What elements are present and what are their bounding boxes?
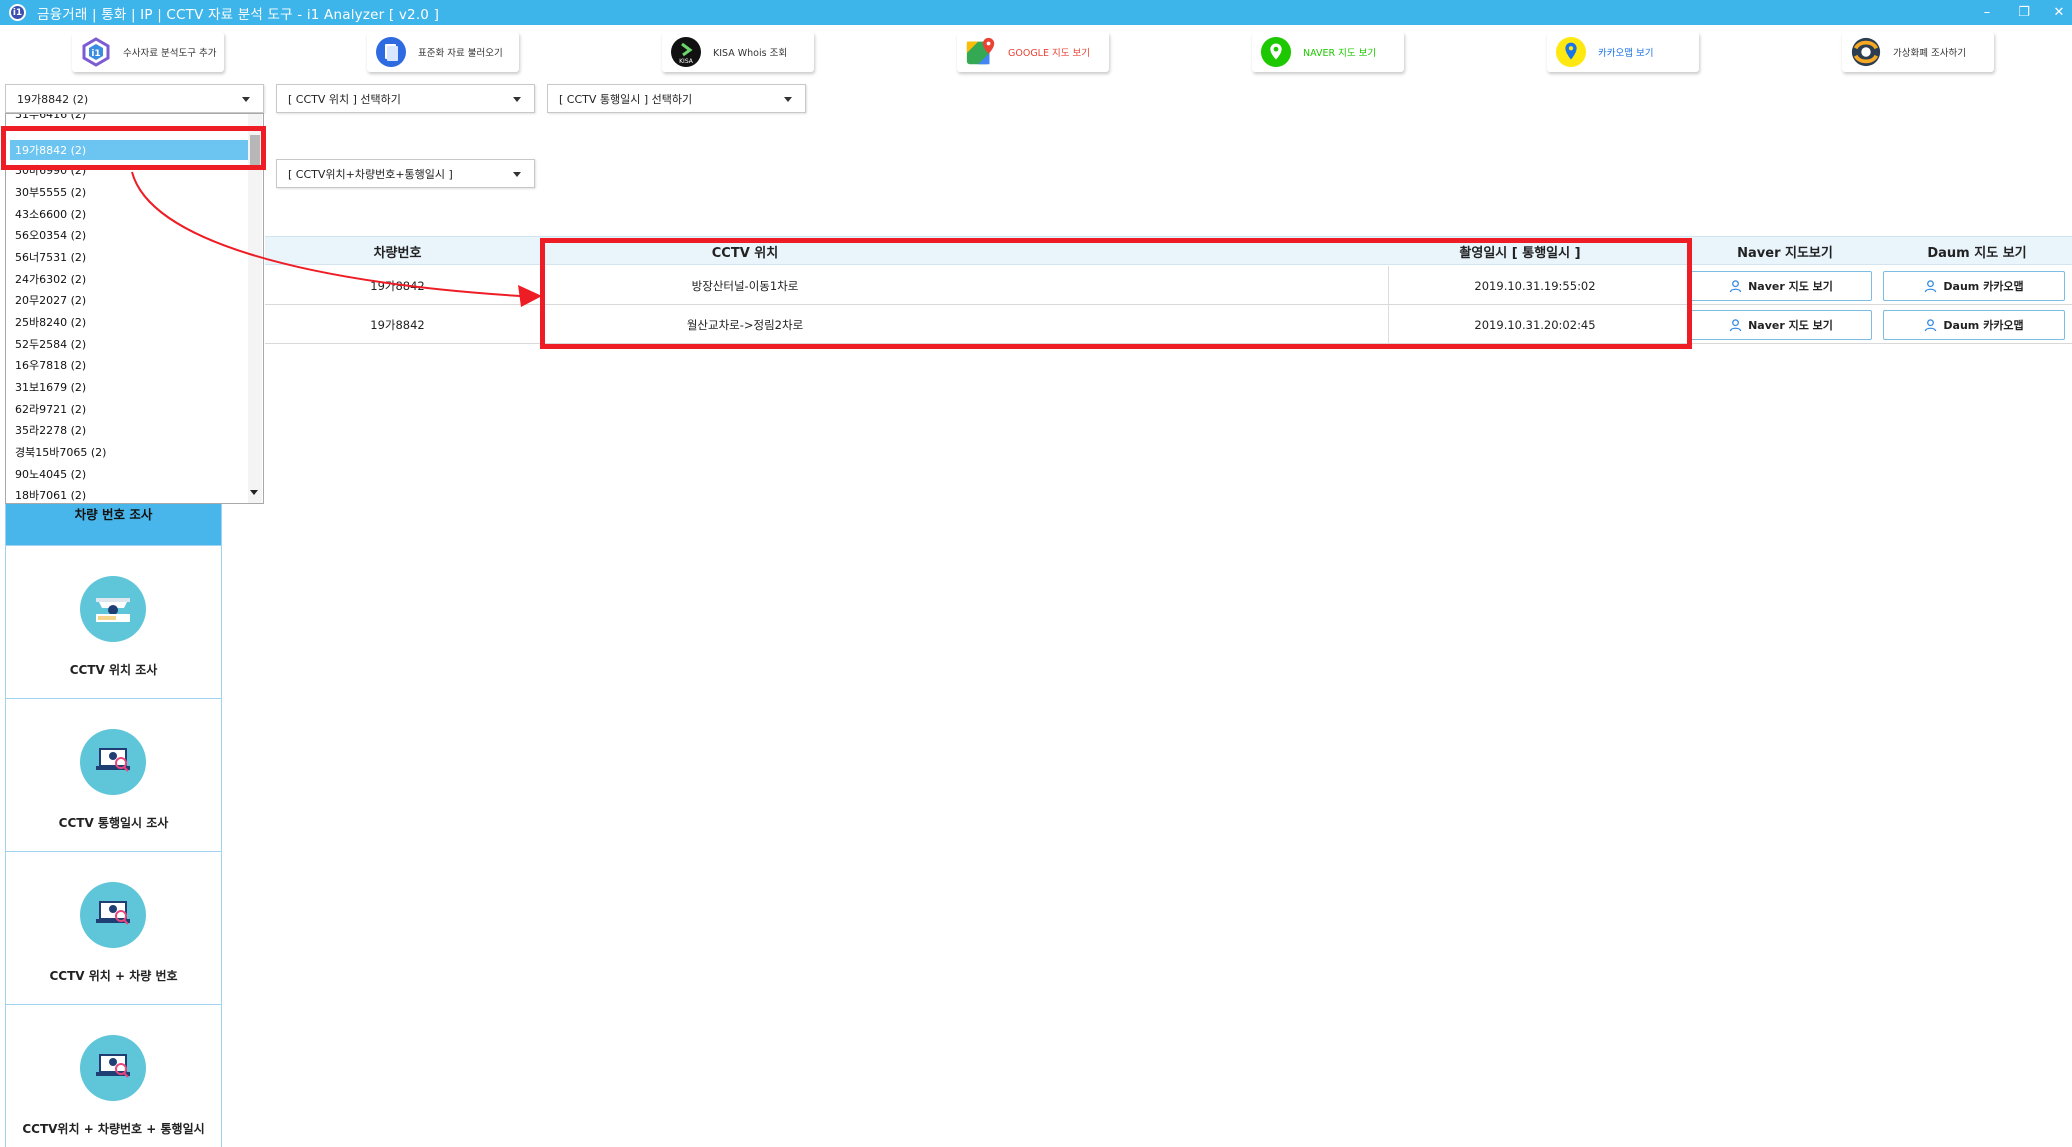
cctv-location-value: [ CCTV 위치 ] 선택하기	[288, 92, 401, 106]
daum-button-label: Daum 카카오맵	[1943, 319, 2024, 332]
vehicle-number-select[interactable]: 19가8842 (2)	[5, 84, 264, 113]
person-icon	[1925, 318, 1937, 331]
app-logo-icon: i1	[9, 4, 26, 21]
sidebar-item-label: CCTV위치 + 차량번호 + 통행일시	[22, 1122, 205, 1136]
toolbar-label: 카카오맵 보기	[1598, 48, 1654, 59]
sidebar-item-cctv-location-vehicle[interactable]: CCTV 위치 + 차량 번호	[6, 851, 221, 1004]
crypto-icon	[1850, 36, 1882, 68]
dropdown-scrollbar[interactable]	[248, 114, 262, 503]
sidebar-item-label: CCTV 위치 + 차량 번호	[49, 969, 178, 983]
dropdown-item[interactable]: 62라9721 (2)	[10, 399, 86, 419]
app-window: i1 금융거래 | 통화 | IP | CCTV 자료 분석 도구 - i1 A…	[0, 0, 2072, 1147]
crypto-investigation-button[interactable]: 가상화폐 조사하기	[1842, 32, 1994, 72]
kakao-map-icon	[1555, 36, 1587, 68]
sidebar-item-cctv-location-vehicle-time[interactable]: CCTV위치 + 차량번호 + 통행일시	[6, 1004, 221, 1147]
laptop-search-icon	[80, 1035, 146, 1101]
dropdown-item[interactable]: 35라2278 (2)	[10, 420, 86, 440]
sidebar-item-cctv-time[interactable]: CCTV 통행일시 조사	[6, 698, 221, 851]
dropdown-item[interactable]: 31보1679 (2)	[10, 377, 86, 397]
daum-map-view-button[interactable]: Daum 카카오맵	[1883, 310, 2065, 340]
dropdown-item[interactable]: 43소6600 (2)	[10, 204, 86, 224]
minimize-button[interactable]: –	[1970, 0, 2004, 25]
maximize-button[interactable]: ❐	[2007, 0, 2041, 25]
toolbar-label: 가상화폐 조사하기	[1893, 48, 1966, 59]
chevron-down-icon	[513, 172, 521, 177]
google-maps-icon	[965, 36, 997, 68]
cell-vehicle: 19가8842	[370, 278, 425, 293]
vehicle-dropdown-list[interactable]: 31무6416 (2) 19가8842 (2) 30바6990 (2) 30부5…	[5, 113, 264, 504]
hexagon-logo-icon: i1	[80, 36, 112, 68]
combined-search-value: [ CCTV위치+차량번호+통행일시 ]	[288, 167, 453, 181]
cctv-time-value: [ CCTV 통행일시 ] 선택하기	[559, 92, 693, 106]
chevron-down-icon	[784, 97, 792, 102]
cctv-time-select[interactable]: [ CCTV 통행일시 ] 선택하기	[547, 84, 806, 113]
app-logo-text: i1	[12, 7, 23, 18]
sidebar-item-label: CCTV 통행일시 조사	[58, 816, 169, 830]
dropdown-item[interactable]: 24가6302 (2)	[10, 269, 86, 289]
column-header-daum[interactable]: Daum 지도 보기	[1882, 237, 2072, 266]
naver-button-label: Naver 지도 보기	[1748, 319, 1833, 332]
sidebar-item-label: 차량 번호 조사	[74, 507, 153, 522]
laptop-search-icon	[80, 882, 146, 948]
cctv-location-select[interactable]: [ CCTV 위치 ] 선택하기	[276, 84, 535, 113]
dropdown-item[interactable]: 56오0354 (2)	[10, 225, 86, 245]
toolbar-label: 표준화 자료 불러오기	[418, 48, 503, 59]
chevron-down-icon	[513, 97, 521, 102]
close-button[interactable]: ✕	[2042, 0, 2072, 25]
person-icon	[1925, 279, 1937, 292]
toolbar-label: GOOGLE 지도 보기	[1008, 48, 1090, 59]
cell-vehicle: 19가8842	[370, 317, 425, 332]
naver-map-view-button[interactable]: Naver 지도 보기	[1690, 310, 1872, 340]
maximize-icon: ❐	[2018, 5, 2030, 20]
dropdown-item[interactable]: 30부5555 (2)	[10, 182, 86, 202]
window-title: 금융거래 | 통화 | IP | CCTV 자료 분석 도구 - i1 Anal…	[37, 6, 440, 23]
dropdown-item[interactable]: 56너7531 (2)	[10, 247, 86, 267]
naver-map-view-button[interactable]: Naver 지도 보기	[1690, 271, 1872, 301]
vehicle-number-value: 19가8842 (2)	[17, 92, 89, 106]
naver-button-label: Naver 지도 보기	[1748, 280, 1833, 293]
minimize-icon: –	[1983, 5, 1991, 20]
kisa-whois-button[interactable]: KISA KISA Whois 조회	[662, 32, 814, 72]
naver-map-button[interactable]: NAVER 지도 보기	[1252, 32, 1404, 72]
toolbar-label: 수사자료 분석도구 추가	[123, 48, 217, 59]
kisa-logo-text: KISA	[679, 58, 694, 65]
daum-map-view-button[interactable]: Daum 카카오맵	[1883, 271, 2065, 301]
toolbar-label: KISA Whois 조회	[713, 48, 788, 59]
load-standard-data-button[interactable]: 표준화 자료 불러오기	[367, 32, 519, 72]
dropdown-item[interactable]: 16우7818 (2)	[10, 355, 86, 375]
daum-button-label: Daum 카카오맵	[1943, 280, 2024, 293]
dropdown-item[interactable]: 18바7061 (2)	[10, 485, 86, 503]
dropdown-item[interactable]: 52두2584 (2)	[10, 334, 86, 354]
dropdown-item[interactable]: 25바8240 (2)	[10, 312, 86, 332]
dropdown-item[interactable]: 90노4045 (2)	[10, 464, 86, 484]
chevron-down-icon	[242, 97, 250, 102]
person-icon	[1729, 318, 1742, 331]
highlight-selected-vehicle	[1, 126, 266, 170]
dropdown-item[interactable]: 20무2027 (2)	[10, 290, 86, 310]
document-icon	[375, 36, 407, 68]
laptop-search-icon	[80, 729, 146, 795]
sidebar-item-cctv-location[interactable]: CCTV 위치 조사	[6, 545, 221, 698]
add-analysis-tool-button[interactable]: i1 수사자료 분석도구 추가	[72, 32, 224, 72]
column-header-vehicle[interactable]: 차량번호	[265, 237, 530, 266]
combined-search-select[interactable]: [ CCTV위치+차량번호+통행일시 ]	[276, 159, 535, 188]
highlight-result-rows	[540, 238, 1692, 349]
column-header-naver[interactable]: Naver 지도보기	[1690, 237, 1880, 266]
naver-map-icon	[1260, 36, 1292, 68]
sidebar-item-label: CCTV 위치 조사	[69, 663, 158, 677]
person-icon	[1729, 279, 1742, 292]
google-map-button[interactable]: GOOGLE 지도 보기	[957, 32, 1109, 72]
kisa-logo-icon: KISA	[670, 36, 702, 68]
toolbar-label: NAVER 지도 보기	[1303, 48, 1377, 59]
dropdown-item[interactable]: 경북15바7065 (2)	[10, 442, 106, 462]
cctv-camera-icon	[80, 576, 146, 642]
svg-text:i1: i1	[91, 49, 100, 59]
title-bar: i1 금융거래 | 통화 | IP | CCTV 자료 분석 도구 - i1 A…	[0, 0, 2072, 25]
scroll-down-icon[interactable]	[250, 490, 258, 495]
kakao-map-button[interactable]: 카카오맵 보기	[1547, 32, 1699, 72]
dropdown-item[interactable]: 31무6416 (2)	[10, 114, 86, 124]
close-icon: ✕	[2053, 5, 2065, 20]
